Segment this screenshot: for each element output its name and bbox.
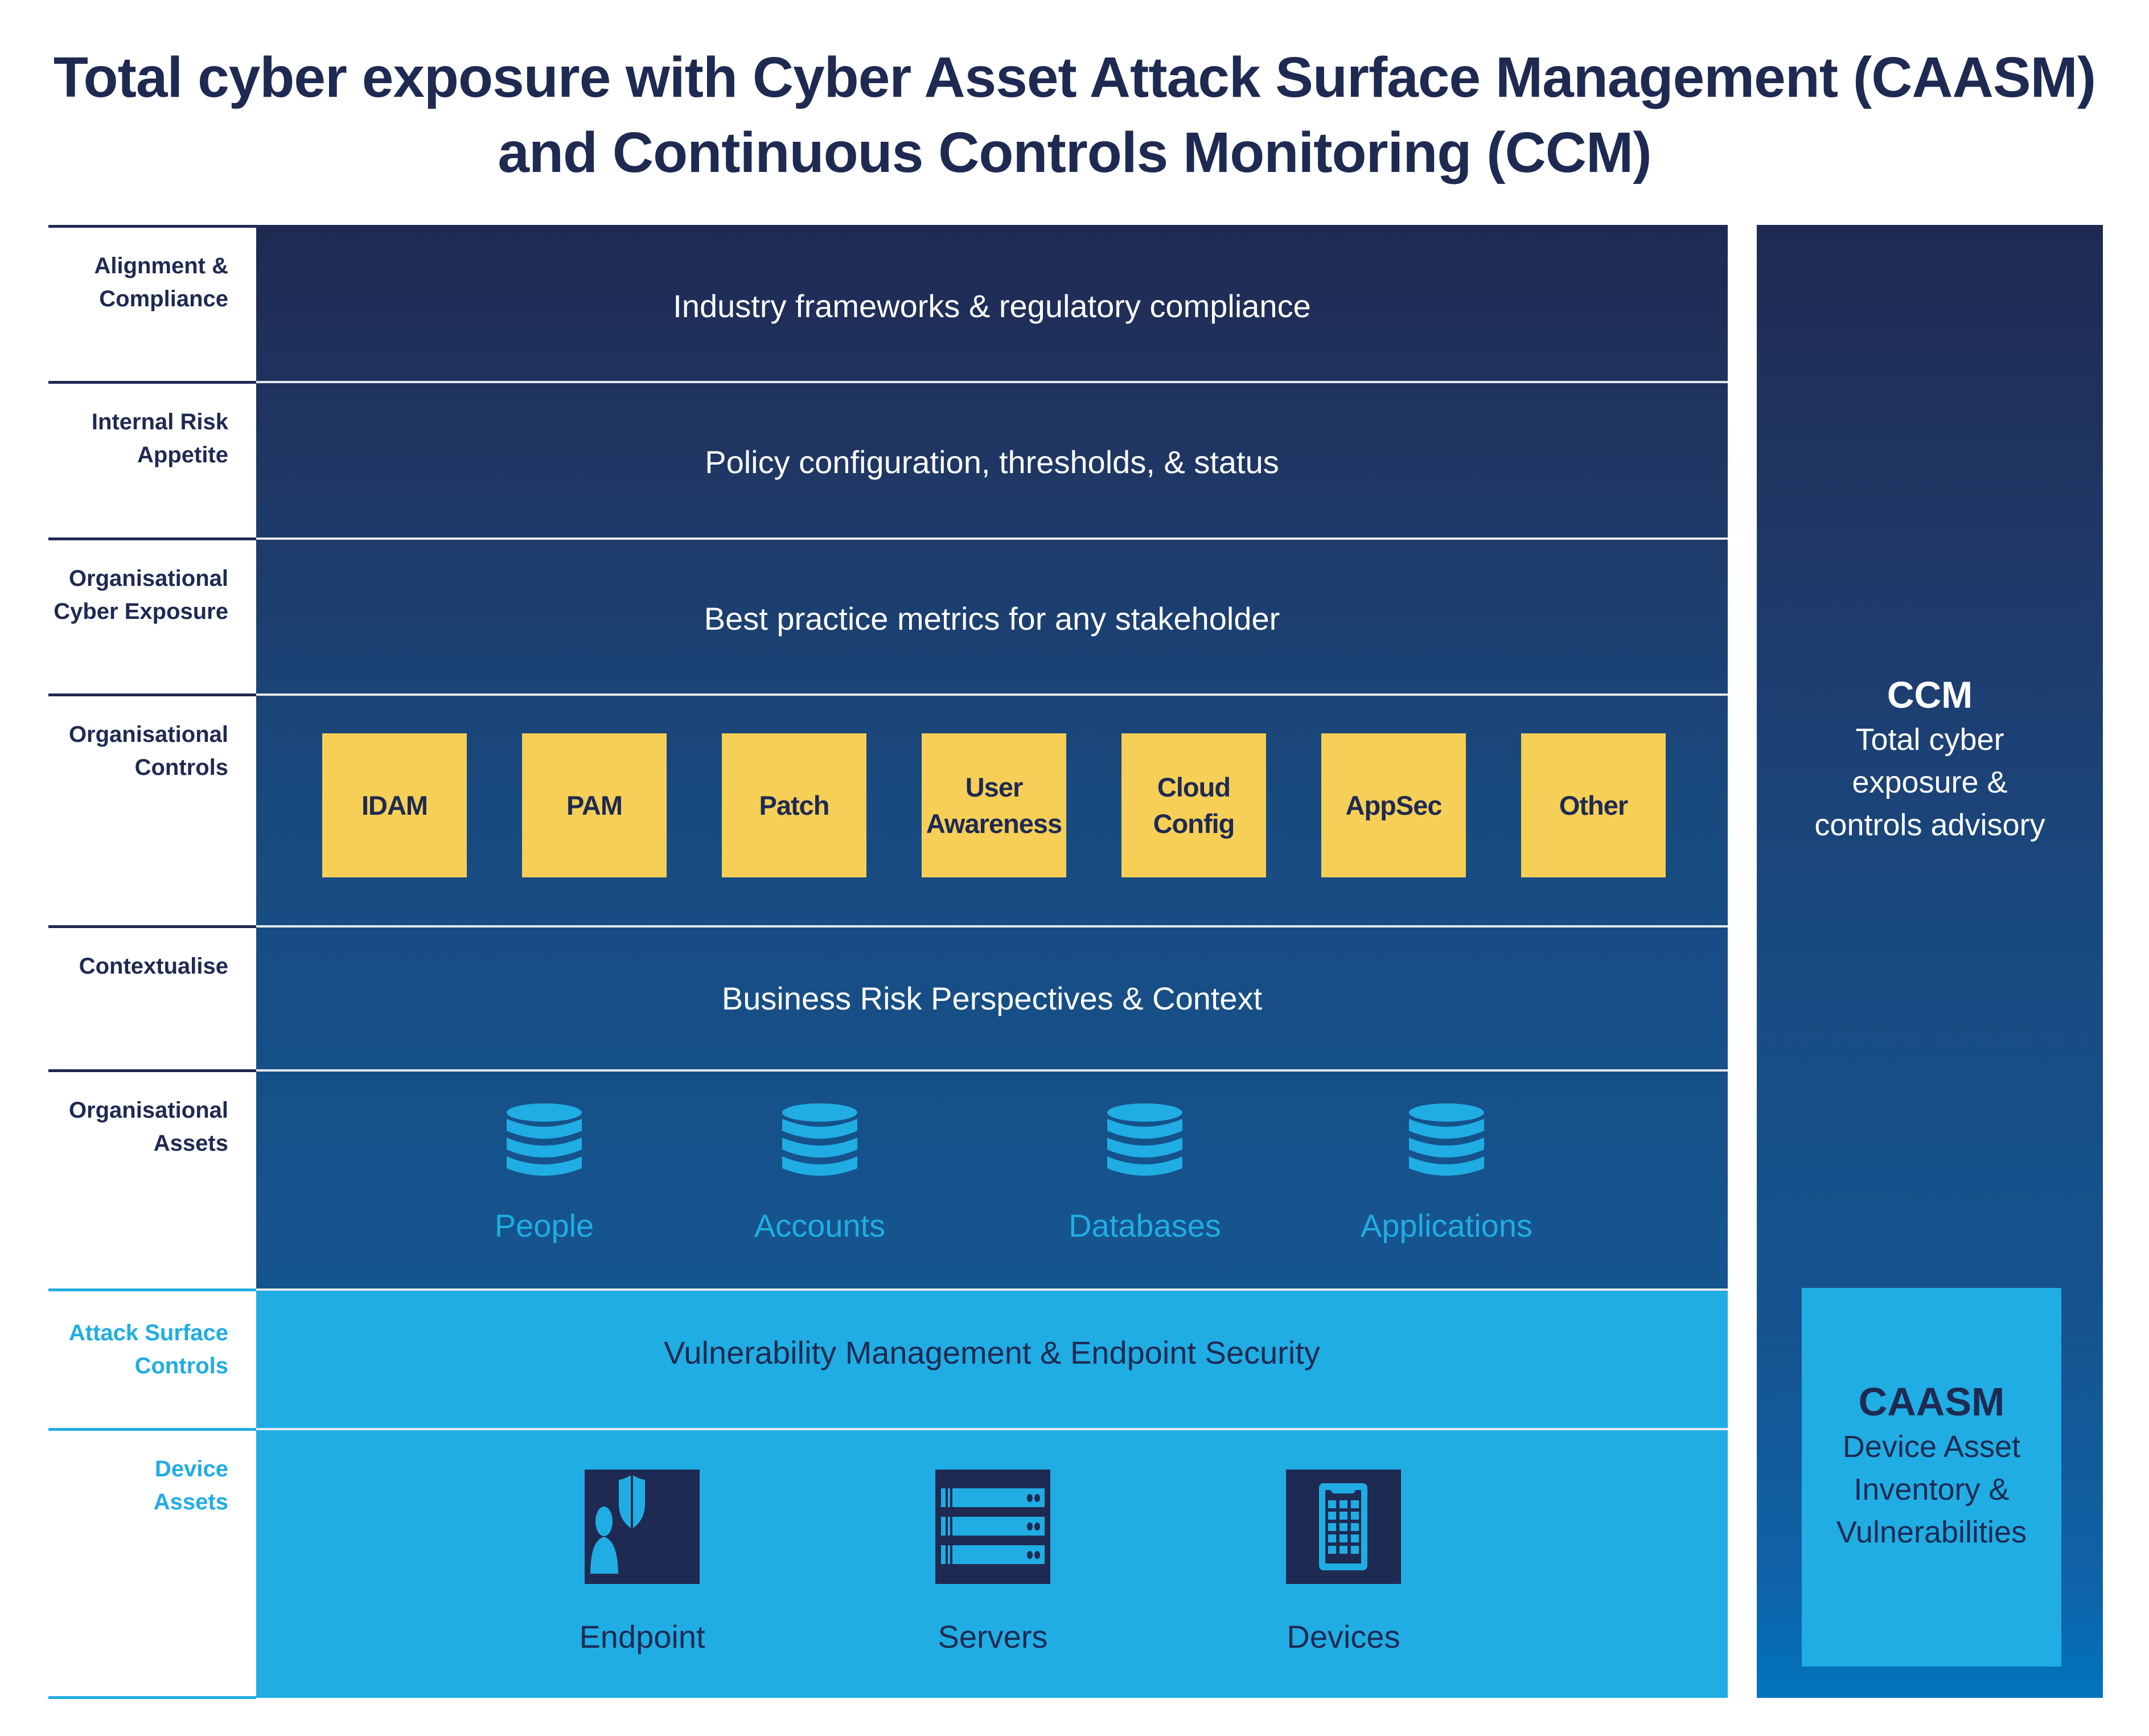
caasm-line: Inventory & — [1854, 1472, 2010, 1507]
label-line: Controls — [134, 755, 228, 780]
control-label: Patch — [759, 790, 830, 820]
control-box-appsec: AppSec — [1321, 733, 1466, 877]
layer-label-org-cyber-exposure: Organisational Cyber Exposure — [48, 537, 256, 693]
asset-accounts: Accounts — [734, 1103, 905, 1244]
asset-label: People — [494, 1208, 594, 1243]
device-servers: Servers — [907, 1470, 1078, 1655]
device-label: Servers — [938, 1619, 1048, 1655]
label-line: Compliance — [99, 286, 228, 311]
label-line: Assets — [153, 1131, 228, 1156]
layer-attack-surface-controls: Vulnerability Management & Endpoint Secu… — [256, 1288, 1728, 1428]
ccm-line: controls advisory — [1814, 808, 2045, 842]
control-box-cloud-config: Cloud Config — [1121, 733, 1266, 877]
asset-applications: Applications — [1361, 1103, 1532, 1244]
label-line: Organisational — [68, 722, 228, 747]
database-icon — [1409, 1103, 1484, 1176]
layer-content-text: Best practice metrics for any stakeholde… — [704, 601, 1280, 637]
asset-label: Applications — [1361, 1208, 1532, 1243]
label-line: Attack Surface — [68, 1320, 228, 1345]
database-icon — [507, 1103, 582, 1176]
asset-label: Accounts — [754, 1208, 886, 1243]
title-line-2: and Continuous Controls Monitoring (CCM) — [498, 121, 1651, 184]
label-line: Cyber Exposure — [54, 599, 228, 624]
mobile-device-icon — [1286, 1470, 1401, 1584]
control-box-pam: PAM — [522, 733, 667, 877]
device-label: Endpoint — [579, 1619, 705, 1655]
control-box-patch: Patch — [722, 733, 866, 877]
layer-label-device-assets: Device Assets — [48, 1428, 256, 1698]
control-box-idam: IDAM — [322, 733, 467, 877]
caasm-line: Device Asset — [1842, 1430, 2021, 1464]
diagram-title: Total cyber exposure with Cyber Asset At… — [0, 40, 2149, 190]
control-label: PAM — [566, 790, 623, 820]
asset-people: People — [459, 1103, 630, 1244]
layer-label-org-assets: Organisational Assets — [48, 1069, 256, 1288]
layer-content-text: Vulnerability Management & Endpoint Secu… — [664, 1335, 1320, 1370]
control-label: Other — [1559, 790, 1628, 820]
ccm-line: exposure & — [1852, 765, 2008, 799]
layer-org-cyber-exposure: Best practice metrics for any stakeholde… — [256, 537, 1728, 693]
caasm-line: Vulnerabilities — [1836, 1515, 2027, 1549]
layer-label-org-controls: Organisational Controls — [48, 693, 256, 925]
layer-contextualise: Business Risk Perspectives & Context — [256, 925, 1728, 1069]
database-icon — [782, 1103, 857, 1176]
control-box-other: Other — [1521, 733, 1666, 877]
endpoint-user-shield-icon — [585, 1470, 700, 1584]
database-icon — [1107, 1103, 1182, 1176]
layer-content-text: Industry frameworks & regulatory complia… — [673, 288, 1311, 324]
label-column-bottom-rule — [48, 1696, 256, 1699]
device-label: Devices — [1287, 1619, 1400, 1655]
caasm-title: CAASM — [1858, 1380, 2005, 1424]
control-label: Config — [1153, 808, 1235, 839]
label-line: Contextualise — [79, 954, 228, 979]
title-line-1: Total cyber exposure with Cyber Asset At… — [53, 46, 2096, 109]
layer-content-text: Policy configuration, thresholds, & stat… — [705, 444, 1279, 480]
layer-org-controls: IDAM PAM Patch User Awareness Cloud Conf… — [256, 693, 1728, 925]
label-line: Appetite — [137, 442, 228, 467]
label-line: Internal Risk — [91, 409, 228, 434]
ccm-description: CCM Total cyber exposure & controls advi… — [1757, 671, 2103, 847]
device-devices: Devices — [1258, 1470, 1429, 1655]
label-line: Organisational — [68, 1098, 228, 1123]
layer-content-text: Business Risk Perspectives & Context — [721, 980, 1263, 1016]
label-line: Alignment & — [94, 253, 228, 278]
ccm-title: CCM — [1887, 674, 1973, 716]
layer-internal-risk-appetite: Policy configuration, thresholds, & stat… — [256, 381, 1728, 537]
ccm-line: Total cyber — [1855, 723, 2004, 757]
control-label: User — [965, 771, 1024, 802]
control-label: IDAM — [361, 790, 428, 820]
asset-label: Databases — [1069, 1208, 1221, 1243]
control-box-user-awareness: User Awareness — [922, 733, 1066, 877]
label-line: Device — [155, 1456, 228, 1481]
caasm-box: CAASM Device Asset Inventory & Vulnerabi… — [1802, 1288, 2061, 1667]
label-line: Organisational — [68, 566, 228, 591]
label-line: Assets — [153, 1489, 228, 1515]
control-label: Cloud — [1157, 771, 1231, 802]
control-label: Awareness — [926, 808, 1062, 839]
device-endpoint: Endpoint — [557, 1470, 728, 1655]
label-line: Controls — [134, 1353, 228, 1378]
asset-databases: Databases — [1059, 1103, 1230, 1244]
control-label: AppSec — [1345, 790, 1443, 820]
layer-alignment-compliance: Industry frameworks & regulatory complia… — [256, 225, 1728, 381]
layer-label-alignment-compliance: Alignment & Compliance — [48, 225, 256, 381]
server-rack-icon — [935, 1470, 1050, 1584]
layer-label-contextualise: Contextualise — [48, 925, 256, 1069]
layer-label-attack-surface-controls: Attack Surface Controls — [48, 1288, 256, 1428]
layer-label-internal-risk-appetite: Internal Risk Appetite — [48, 381, 256, 537]
